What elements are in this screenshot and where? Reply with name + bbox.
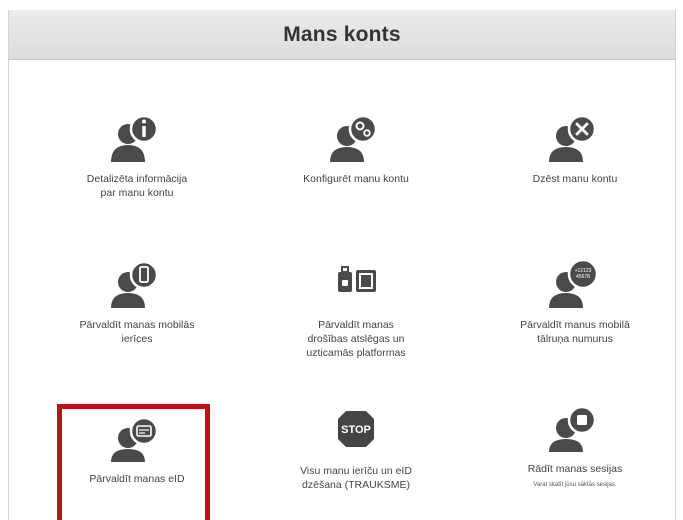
tile-label: Pārvaldīt manas mobilās ierīces [79,319,195,345]
tile-delete-account[interactable]: Dzēst manu kontu [475,112,675,186]
user-delete-icon [543,112,607,164]
page-title: Mans konts [283,22,401,46]
tile-label: Pārvaldīt manas drošības atslēgas un uzt… [306,319,406,359]
svg-text:45678: 45678 [576,274,590,280]
tile-manage-mobile-devices[interactable]: Pārvaldīt manas mobilās ierīces [37,258,237,346]
page-header: Mans konts [9,10,675,60]
user-phone-number-icon: +12123 45678 [543,258,607,310]
user-sessions-icon [543,402,607,454]
tile-account-details[interactable]: Detalizēta informācija par manu kontu [37,112,237,200]
security-keys-icon [324,258,388,310]
svg-text:STOP: STOP [341,424,371,436]
tile-delete-all-devices-alarm[interactable]: STOP Visu manu ierīču un eID dzēšana (TR… [256,404,456,492]
tile-manage-phone-numbers[interactable]: +12123 45678 Pārvaldīt manus mobilā tālr… [475,258,675,346]
tile-label: Visu manu ierīču un eID dzēšana (TRAUKSM… [300,465,412,491]
tile-label: Rādīt manas sesijas [527,463,623,475]
tile-label: Konfigurēt manu kontu [303,173,409,185]
user-settings-icon [324,112,388,164]
user-info-icon [105,112,169,164]
tile-manage-security-keys[interactable]: Pārvaldīt manas drošības atslēgas un uzt… [256,258,456,360]
highlight-box [57,404,210,520]
tile-label: Dzēst manu kontu [532,173,618,185]
tile-label: Pārvaldīt manus mobilā tālruņa numurus [520,319,630,345]
tile-sublabel: Varat skatīt jūsu sāktās sesijas. [533,482,617,488]
tile-label: Detalizēta informācija par manu kontu [86,173,188,199]
user-mobile-icon [105,258,169,310]
stop-sign-icon: STOP [324,404,388,456]
tile-configure-account[interactable]: Konfigurēt manu kontu [256,112,456,186]
tile-show-sessions[interactable]: Rādīt manas sesijas Varat skatīt jūsu sā… [475,402,675,488]
